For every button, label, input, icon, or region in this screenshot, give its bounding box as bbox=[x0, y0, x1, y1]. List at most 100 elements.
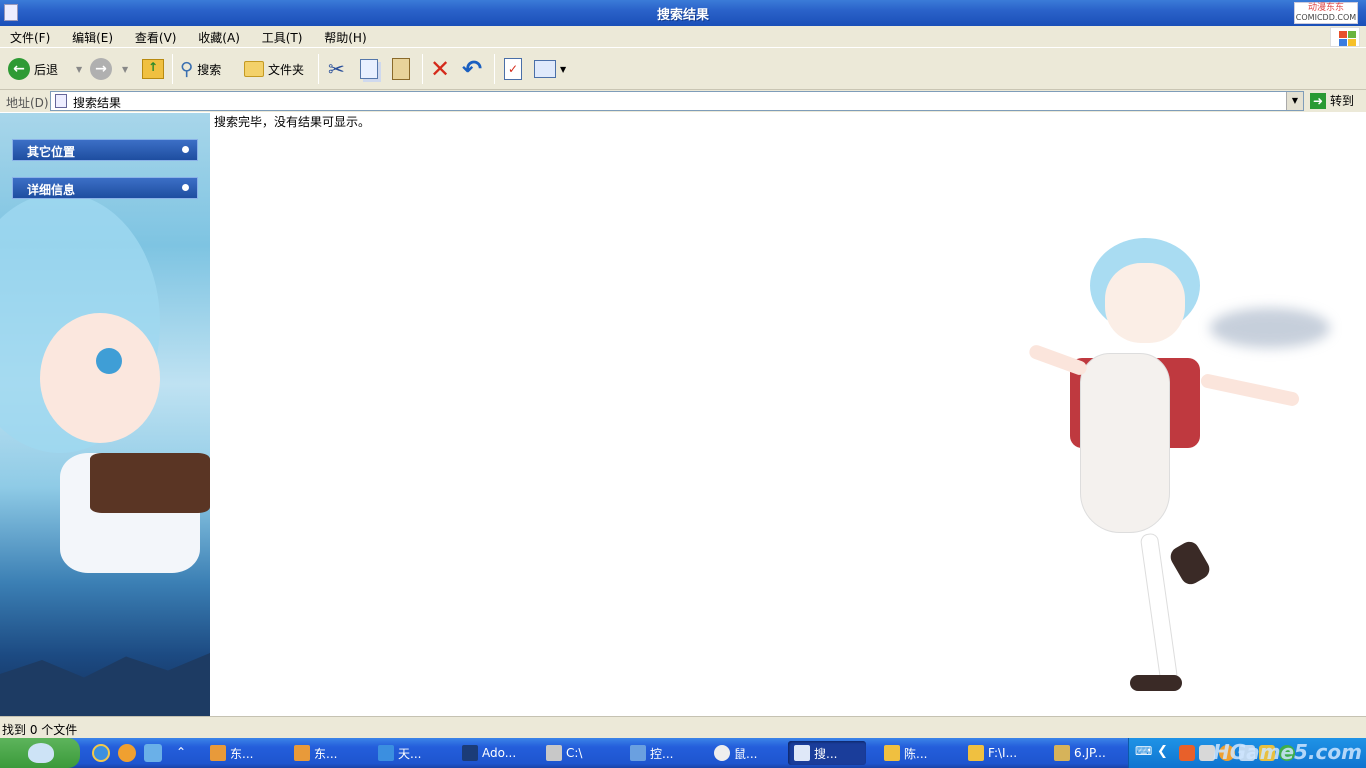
brand-text: 动漫东东 bbox=[1307, 3, 1344, 13]
folder-icon bbox=[884, 745, 900, 761]
other-places-label: 其它位置 bbox=[27, 145, 76, 159]
menu-view[interactable]: 查看(V) bbox=[125, 26, 185, 46]
properties-button[interactable]: ✓ bbox=[504, 56, 522, 82]
address-dropdown-icon[interactable]: ▼ bbox=[1286, 92, 1303, 110]
go-arrow-icon: ➜ bbox=[1310, 92, 1326, 109]
illustration-arm-left bbox=[1027, 343, 1089, 377]
feather-icon[interactable] bbox=[144, 744, 162, 762]
cut-button[interactable]: ✂ bbox=[328, 56, 345, 82]
search-label: 搜索 bbox=[197, 62, 222, 77]
views-button[interactable]: ▼ bbox=[534, 56, 566, 82]
taskbar-item-label: 6.JP... bbox=[1074, 746, 1106, 760]
menu-help[interactable]: 帮助(H) bbox=[314, 26, 374, 46]
taskbar-item-label: 搜... bbox=[814, 746, 838, 761]
wallpaper-mountains bbox=[0, 653, 210, 716]
address-field[interactable]: 搜索结果 ▼ bbox=[50, 91, 1304, 111]
start-logo-icon bbox=[28, 743, 54, 763]
forward-arrow-icon: → bbox=[90, 58, 112, 80]
chevron-left-icon[interactable]: ❮ bbox=[1157, 744, 1168, 759]
control-panel-icon bbox=[630, 745, 646, 761]
menu-edit[interactable]: 编辑(E) bbox=[62, 26, 121, 46]
taskbar-item[interactable]: 6.JP... bbox=[1048, 741, 1126, 765]
back-dropdown-icon[interactable]: ▼ bbox=[76, 65, 82, 74]
forward-dropdown-icon[interactable]: ▼ bbox=[122, 65, 128, 74]
expand-icon[interactable] bbox=[182, 146, 189, 153]
views-icon bbox=[534, 60, 556, 78]
taskbar-item[interactable]: 东... bbox=[204, 741, 282, 765]
toolbar-separator bbox=[494, 54, 495, 84]
toolbar-separator bbox=[318, 54, 319, 84]
photoshop-icon bbox=[462, 745, 478, 761]
taskbar-item[interactable]: Ado... bbox=[456, 741, 534, 765]
wallpaper-face-shape bbox=[40, 313, 160, 443]
folder-icon bbox=[244, 61, 264, 77]
show-more-icon[interactable]: ⌃ bbox=[176, 745, 186, 759]
details-link[interactable]: 详细信息 bbox=[12, 177, 198, 199]
expand-icon[interactable] bbox=[182, 184, 189, 191]
taskbar-item[interactable]: 陈... bbox=[878, 741, 956, 765]
results-pane: 搜索完毕，没有结果可显示。 bbox=[210, 113, 1366, 716]
toolbar: ← 后退 ▼ → ▼ ↑ ⚲ 搜索 文件夹 ✂ ✕ ↶ ✓ ▼ bbox=[0, 48, 1366, 90]
image-icon bbox=[1054, 745, 1070, 761]
ie-icon[interactable] bbox=[92, 744, 110, 762]
window-title: 搜索结果 bbox=[656, 8, 709, 23]
paste-icon bbox=[392, 58, 410, 80]
taskbar-item[interactable]: C:\ bbox=[540, 741, 618, 765]
menu-tools[interactable]: 工具(T) bbox=[252, 26, 311, 46]
menu-favorites[interactable]: 收藏(A) bbox=[188, 26, 248, 46]
drive-icon bbox=[546, 745, 562, 761]
taskbar-item[interactable]: 天... bbox=[372, 741, 450, 765]
properties-icon: ✓ bbox=[504, 58, 522, 80]
watermark-text: HGame5.com bbox=[1212, 740, 1362, 764]
taskbar-item-active[interactable]: 搜... bbox=[788, 741, 866, 765]
taskbar-item-label: 鼠... bbox=[734, 746, 758, 761]
system-tray: ⌨ ❮ HGame5.com bbox=[1128, 738, 1366, 768]
folder-icon bbox=[968, 745, 984, 761]
illustration-shoe bbox=[1167, 538, 1213, 588]
menu-bar: 文件(F) 编辑(E) 查看(V) 收藏(A) 工具(T) 帮助(H) bbox=[0, 26, 1366, 48]
address-label: 地址(D) bbox=[6, 96, 49, 110]
back-button[interactable]: ← 后退 ▼ bbox=[8, 56, 82, 82]
people-icon bbox=[210, 745, 226, 761]
tray-app-icon[interactable] bbox=[1179, 745, 1195, 761]
people-icon bbox=[294, 745, 310, 761]
brand-logo: 动漫东东 COMICDD.COM bbox=[1294, 2, 1358, 24]
delete-icon: ✕ bbox=[430, 55, 451, 83]
folders-button[interactable]: 文件夹 bbox=[244, 56, 304, 82]
illustration-shoe bbox=[1130, 675, 1182, 691]
taskbar-item-label: Ado... bbox=[482, 746, 517, 760]
taskbar-item[interactable]: 控... bbox=[624, 741, 702, 765]
taskbar-item-label: 控... bbox=[650, 746, 674, 761]
up-folder-icon: ↑ bbox=[142, 59, 164, 79]
delete-button[interactable]: ✕ bbox=[430, 55, 451, 83]
taskbar-item[interactable]: F:\I... bbox=[962, 741, 1040, 765]
cut-icon: ✂ bbox=[328, 57, 345, 81]
other-places-link[interactable]: 其它位置 bbox=[12, 139, 198, 161]
illustration-face bbox=[1105, 263, 1185, 343]
copy-button[interactable] bbox=[360, 56, 378, 82]
go-button[interactable]: ➜ 转到 bbox=[1310, 92, 1354, 109]
title-bar: 搜索结果 动漫东东 COMICDD.COM bbox=[0, 0, 1366, 26]
up-folder-button[interactable]: ↑ bbox=[142, 56, 164, 82]
copy-icon bbox=[360, 59, 378, 79]
search-icon: ⚲ bbox=[180, 58, 194, 80]
illustration-dress bbox=[1080, 353, 1170, 533]
taskbar-item[interactable]: 鼠... bbox=[708, 741, 786, 765]
task-pane: 其它位置 详细信息 bbox=[0, 113, 210, 716]
taskbar-item[interactable]: 东... bbox=[288, 741, 366, 765]
wallpaper-skirt-shape bbox=[90, 453, 210, 513]
toolbar-separator bbox=[172, 54, 173, 84]
folders-label: 文件夹 bbox=[268, 62, 305, 77]
keyboard-icon[interactable]: ⌨ bbox=[1135, 744, 1152, 758]
start-button[interactable] bbox=[0, 738, 80, 768]
status-text: 找到 0 个文件 bbox=[2, 723, 78, 737]
menu-file[interactable]: 文件(F) bbox=[0, 26, 58, 46]
forward-button[interactable]: → ▼ bbox=[90, 56, 128, 82]
back-arrow-icon: ← bbox=[8, 58, 30, 80]
details-label: 详细信息 bbox=[27, 183, 76, 197]
qq-icon[interactable] bbox=[118, 744, 136, 762]
views-dropdown-icon: ▼ bbox=[560, 64, 567, 74]
paste-button[interactable] bbox=[392, 56, 410, 82]
undo-button[interactable]: ↶ bbox=[462, 55, 482, 83]
search-button[interactable]: ⚲ 搜索 bbox=[180, 56, 221, 82]
